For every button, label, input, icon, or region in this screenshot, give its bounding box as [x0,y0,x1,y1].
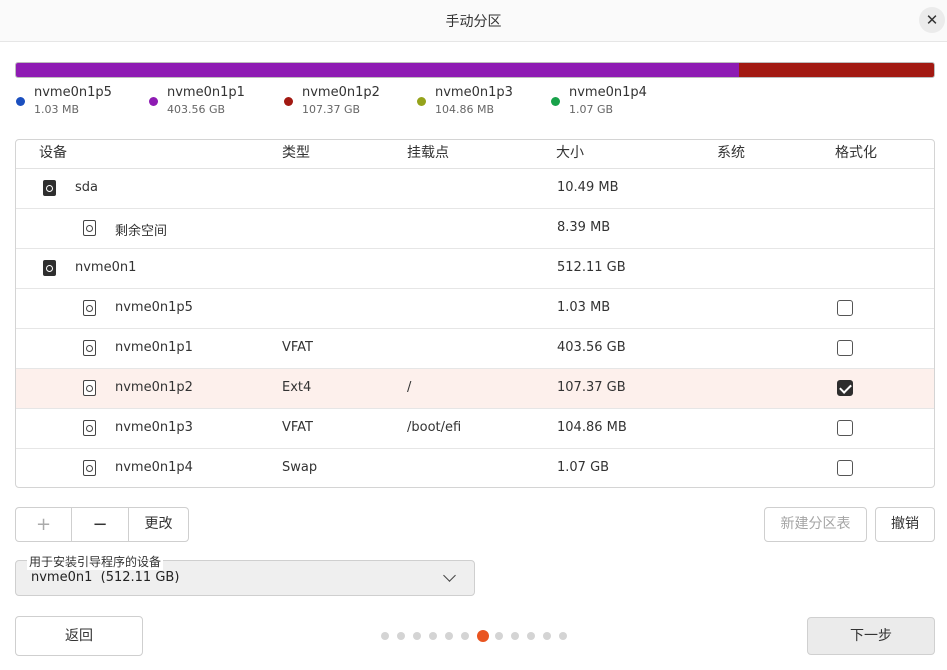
table-row[interactable]: nvme0n1p2 Ext4 / 107.37 GB [16,369,934,409]
table-row[interactable]: nvme0n1p5 1.03 MB [16,289,934,329]
bootloader-device-value: nvme0n1 (512.11 GB) [31,570,180,585]
cell-device: sda [75,180,98,195]
partition-icon [83,420,96,436]
cell-size: 1.07 GB [557,460,610,475]
header-size[interactable]: 大小 [556,142,584,162]
new-partition-table-button[interactable]: 新建分区表 [764,507,867,542]
header-type[interactable]: 类型 [282,142,310,162]
cell-size: 104.86 MB [557,420,627,435]
partition-usage-bar [15,62,935,78]
cell-mount: /boot/efi [407,420,462,435]
cell-device: nvme0n1p5 [115,300,193,315]
table-row[interactable]: 剩余空间 8.39 MB [16,209,934,249]
step-dot [445,632,453,640]
format-checkbox[interactable] [837,340,853,356]
step-dot [429,632,437,640]
step-dot [397,632,405,640]
legend-partition-name: nvme0n1p5 [34,85,112,100]
step-dot [381,632,389,640]
legend-color-dot [417,97,426,106]
table-row[interactable]: nvme0n1 512.11 GB [16,249,934,289]
step-dot-active [477,630,489,642]
cell-size: 1.03 MB [557,300,611,315]
legend-partition-size: 403.56 GB [167,103,226,116]
format-checkbox[interactable] [837,300,853,316]
legend-color-dot [16,97,25,106]
cell-size: 512.11 GB [557,260,626,275]
table-row[interactable]: sda 10.49 MB [16,169,934,209]
cell-device: 剩余空间 [115,224,168,239]
legend-partition-size: 107.37 GB [302,103,361,116]
table-header: 设备 类型 挂载点 大小 系统 格式化 [16,140,934,169]
header-system[interactable]: 系统 [717,142,745,162]
legend-partition-name: nvme0n1p3 [435,85,513,100]
partition-bar-segment [16,63,740,77]
step-dot [495,632,503,640]
step-dot [413,632,421,640]
cell-device: nvme0n1p2 [115,380,193,395]
bootloader-device-label: 用于安装引导程序的设备 [27,553,164,570]
cell-mount: / [407,380,412,395]
disk-icon [43,180,56,196]
legend-partition-name: nvme0n1p4 [569,85,647,100]
change-partition-button[interactable]: 更改 [129,508,188,541]
cell-device: nvme0n1 [75,260,137,275]
table-row[interactable]: nvme0n1p3 VFAT/boot/efi 104.86 MB [16,409,934,449]
remove-partition-button[interactable]: − [72,508,129,541]
step-dot [461,632,469,640]
window-title: 手动分区 [445,14,502,30]
legend-partition-size: 104.86 MB [435,103,495,116]
legend-partition-size: 1.07 GB [569,103,614,116]
cell-device: nvme0n1p1 [115,340,193,355]
cell-size: 8.39 MB [557,220,611,235]
step-dot [527,632,535,640]
legend-partition-name: nvme0n1p1 [167,85,245,100]
revert-button[interactable]: 撤销 [875,507,935,542]
legend-color-dot [149,97,158,106]
cell-size: 10.49 MB [557,180,619,195]
partition-actions: + − 更改 [15,507,189,542]
disk-icon [43,260,56,276]
title-bar: 手动分区 ✕ [0,0,947,42]
legend-partition-size: 1.03 MB [34,103,80,116]
legend-color-dot [284,97,293,106]
table-row[interactable]: nvme0n1p4 Swap 1.07 GB [16,449,934,487]
partition-legend: nvme0n1p5 1.03 MB nvme0n1p1 403.56 GB nvme0n… [0,85,947,119]
partition-icon [83,460,96,476]
partition-icon [83,300,96,316]
partition-icon [83,220,96,236]
cell-type: VFAT [282,340,314,355]
legend-color-dot [551,97,560,106]
cell-type: VFAT [282,420,314,435]
cell-device: nvme0n1p4 [115,460,193,475]
chevron-down-icon [443,569,456,582]
header-mount[interactable]: 挂载点 [407,142,449,162]
next-button[interactable]: 下一步 [807,617,935,655]
partition-table: 设备 类型 挂载点 大小 系统 格式化 sda 10.49 MB 剩余空间 8.39 … [15,139,935,488]
legend-partition-name: nvme0n1p2 [302,85,380,100]
cell-type: Swap [282,460,318,475]
partition-icon [83,340,96,356]
header-device[interactable]: 设备 [39,142,67,162]
step-indicator [0,630,947,642]
table-row[interactable]: nvme0n1p1 VFAT 403.56 GB [16,329,934,369]
partition-bar-segment [739,63,934,77]
cell-device: nvme0n1p3 [115,420,193,435]
add-partition-button[interactable]: + [16,508,72,541]
cell-size: 403.56 GB [557,340,626,355]
cell-size: 107.37 GB [557,380,626,395]
step-dot [559,632,567,640]
format-checkbox[interactable] [837,420,853,436]
close-icon: ✕ [925,11,939,29]
partition-icon [83,380,96,396]
cell-type: Ext4 [282,380,312,395]
close-button[interactable]: ✕ [919,7,945,33]
header-format[interactable]: 格式化 [835,142,877,162]
format-checkbox[interactable] [837,460,853,476]
step-dot [511,632,519,640]
format-checkbox[interactable] [837,380,853,396]
step-dot [543,632,551,640]
